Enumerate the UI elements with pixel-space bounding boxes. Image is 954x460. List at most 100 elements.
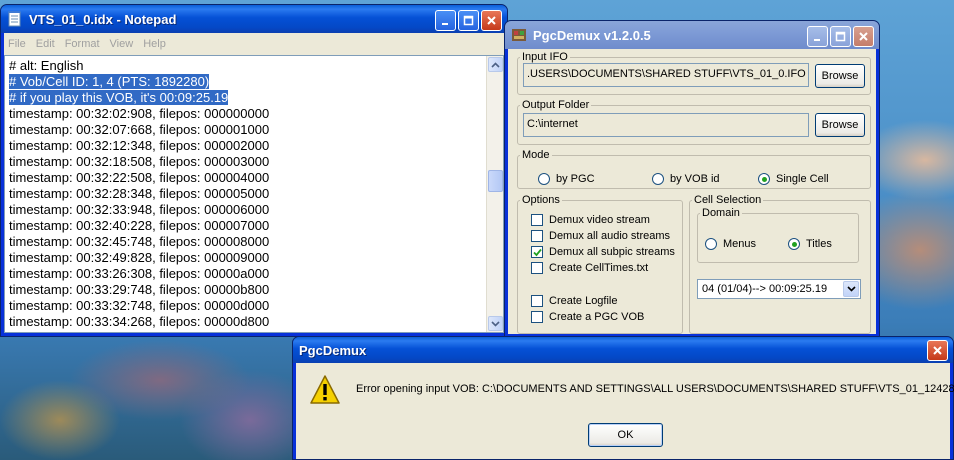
create-logfile-label: Create Logfile bbox=[549, 295, 618, 307]
text-line-content: timestamp: 00:33:32:748, filepos: 00000d… bbox=[9, 298, 270, 313]
notepad-icon bbox=[8, 11, 21, 27]
text-line-content: timestamp: 00:33:29:748, filepos: 00000b… bbox=[9, 282, 270, 297]
mode-legend: Mode bbox=[522, 149, 550, 161]
input-ifo-browse-button[interactable]: Browse bbox=[815, 64, 865, 88]
mode-by-vob-id-radio[interactable]: by VOB id bbox=[652, 173, 720, 185]
radio-selected-icon bbox=[758, 173, 770, 185]
notepad-text-area[interactable]: # alt: English # Vob/Cell ID: 1, 4 (PTS: … bbox=[5, 56, 486, 332]
demux-audio-checkbox[interactable]: Demux all audio streams bbox=[531, 230, 670, 242]
text-line-content: timestamp: 00:32:33:948, filepos: 000006… bbox=[9, 202, 270, 217]
text-line-content: timestamp: 00:32:49:828, filepos: 000009… bbox=[9, 250, 270, 265]
cell-select-dropdown[interactable]: 04 (01/04)--> 00:09:25.19 bbox=[697, 279, 861, 299]
text-line-content: timestamp: 00:32:22:508, filepos: 000004… bbox=[9, 170, 270, 185]
text-line[interactable]: timestamp: 00:32:40:228, filepos: 000007… bbox=[9, 218, 486, 234]
maximize-icon bbox=[835, 31, 846, 42]
error-dialog: PgcDemux Error opening input VOB: C:\DOC… bbox=[292, 336, 954, 460]
dialog-close-button[interactable] bbox=[927, 340, 948, 361]
text-line[interactable]: timestamp: 00:32:02:908, filepos: 000000… bbox=[9, 106, 486, 122]
pgcdemux-client: Input IFO .USERS\DOCUMENTS\SHARED STUFF\… bbox=[508, 49, 876, 334]
domain-titles-radio[interactable]: Titles bbox=[788, 238, 832, 250]
demux-video-label: Demux video stream bbox=[549, 214, 650, 226]
checkbox-icon bbox=[531, 262, 543, 274]
pgcdemux-title: PgcDemux v1.2.0.5 bbox=[533, 27, 651, 43]
close-button[interactable] bbox=[853, 26, 874, 47]
mode-single-cell-radio[interactable]: Single Cell bbox=[758, 173, 829, 185]
checkmark-icon bbox=[531, 246, 543, 258]
demux-video-checkbox[interactable]: Demux video stream bbox=[531, 214, 650, 226]
menu-format[interactable]: Format bbox=[65, 38, 100, 50]
ok-button[interactable]: OK bbox=[588, 423, 663, 447]
text-line[interactable]: timestamp: 00:32:12:348, filepos: 000002… bbox=[9, 138, 486, 154]
close-icon bbox=[933, 346, 942, 355]
text-line[interactable]: timestamp: 00:33:26:308, filepos: 00000a… bbox=[9, 266, 486, 282]
text-line[interactable]: timestamp: 00:32:28:348, filepos: 000005… bbox=[9, 186, 486, 202]
chevron-up-icon bbox=[491, 61, 500, 68]
scroll-thumb[interactable] bbox=[488, 170, 503, 192]
create-logfile-checkbox[interactable]: Create Logfile bbox=[531, 295, 618, 307]
text-line-content: timestamp: 00:32:45:748, filepos: 000008… bbox=[9, 234, 270, 249]
minimize-icon bbox=[814, 39, 820, 41]
demux-subpic-checkbox[interactable]: Demux all subpic streams bbox=[531, 246, 675, 258]
input-ifo-field[interactable]: .USERS\DOCUMENTS\SHARED STUFF\VTS_01_0.I… bbox=[523, 63, 809, 87]
notepad-titlebar[interactable]: VTS_01_0.idx - Notepad bbox=[1, 5, 507, 33]
scroll-down-button[interactable] bbox=[488, 316, 503, 331]
output-folder-browse-button[interactable]: Browse bbox=[815, 113, 865, 137]
notepad-window: VTS_01_0.idx - Notepad File Edit Format … bbox=[0, 4, 508, 337]
text-line[interactable]: # alt: English bbox=[9, 58, 486, 74]
text-line-content: # Vob/Cell ID: 1, 4 (PTS: 1892280) bbox=[9, 74, 210, 89]
domain-titles-label: Titles bbox=[806, 238, 832, 250]
notepad-editor[interactable]: # alt: English # Vob/Cell ID: 1, 4 (PTS: … bbox=[4, 55, 504, 333]
text-line[interactable]: timestamp: 00:32:18:508, filepos: 000003… bbox=[9, 154, 486, 170]
output-folder-field[interactable]: C:\internet bbox=[523, 113, 809, 137]
menu-help[interactable]: Help bbox=[143, 38, 166, 50]
maximize-button[interactable] bbox=[458, 10, 479, 31]
maximize-button[interactable] bbox=[830, 26, 851, 47]
dialog-titlebar[interactable]: PgcDemux bbox=[293, 337, 953, 363]
text-line[interactable]: timestamp: 00:32:49:828, filepos: 000009… bbox=[9, 250, 486, 266]
text-line[interactable]: timestamp: 00:33:34:268, filepos: 00000d… bbox=[9, 314, 486, 330]
radio-selected-icon bbox=[788, 238, 800, 250]
domain-menus-radio[interactable]: Menus bbox=[705, 238, 756, 250]
domain-menus-label: Menus bbox=[723, 238, 757, 250]
dropdown-arrow-button[interactable] bbox=[843, 281, 859, 297]
demux-audio-label: Demux all audio streams bbox=[549, 230, 671, 242]
close-icon bbox=[487, 16, 496, 25]
minimize-button[interactable] bbox=[435, 10, 456, 31]
text-line[interactable]: timestamp: 00:32:07:668, filepos: 000001… bbox=[9, 122, 486, 138]
menu-edit[interactable]: Edit bbox=[36, 38, 55, 50]
vertical-scrollbar[interactable] bbox=[486, 56, 503, 332]
minimize-icon bbox=[442, 23, 448, 25]
mode-by-pgc-label: by PGC bbox=[556, 173, 595, 185]
checkbox-icon bbox=[531, 295, 543, 307]
radio-icon bbox=[538, 173, 550, 185]
pgcdemux-app-icon bbox=[512, 29, 526, 41]
menu-view[interactable]: View bbox=[110, 38, 134, 50]
close-button[interactable] bbox=[481, 10, 502, 31]
minimize-button[interactable] bbox=[807, 26, 828, 47]
create-celltimes-checkbox[interactable]: Create CellTimes.txt bbox=[531, 262, 648, 274]
pgcdemux-window: PgcDemux v1.2.0.5 Input IFO .USERS\DOCUM… bbox=[504, 20, 880, 338]
checkbox-icon bbox=[531, 214, 543, 226]
text-line[interactable]: timestamp: 00:33:32:748, filepos: 00000d… bbox=[9, 298, 486, 314]
warning-icon bbox=[310, 375, 340, 404]
scroll-up-button[interactable] bbox=[488, 57, 503, 72]
text-line[interactable]: timestamp: 00:32:22:508, filepos: 000004… bbox=[9, 170, 486, 186]
text-line-content: timestamp: 00:32:07:668, filepos: 000001… bbox=[9, 122, 270, 137]
mode-by-vob-id-label: by VOB id bbox=[670, 173, 720, 185]
output-folder-legend: Output Folder bbox=[522, 99, 590, 111]
text-line[interactable]: timestamp: 00:33:29:748, filepos: 00000b… bbox=[9, 282, 486, 298]
text-line[interactable]: timestamp: 00:32:33:948, filepos: 000006… bbox=[9, 202, 486, 218]
domain-legend: Domain bbox=[702, 207, 740, 219]
text-line-content: # alt: English bbox=[9, 58, 84, 73]
create-pgc-vob-checkbox[interactable]: Create a PGC VOB bbox=[531, 311, 644, 323]
mode-by-pgc-radio[interactable]: by PGC bbox=[538, 173, 595, 185]
pgcdemux-titlebar[interactable]: PgcDemux v1.2.0.5 bbox=[505, 21, 879, 49]
checkbox-icon bbox=[531, 230, 543, 242]
text-line[interactable]: timestamp: 00:32:45:748, filepos: 000008… bbox=[9, 234, 486, 250]
menu-file[interactable]: File bbox=[8, 38, 26, 50]
close-icon bbox=[859, 32, 868, 41]
notepad-title: VTS_01_0.idx - Notepad bbox=[29, 11, 177, 27]
text-line[interactable]: # if you play this VOB, it's 00:09:25.19 bbox=[9, 90, 486, 106]
radio-icon bbox=[705, 238, 717, 250]
text-line[interactable]: # Vob/Cell ID: 1, 4 (PTS: 1892280) bbox=[9, 74, 486, 90]
